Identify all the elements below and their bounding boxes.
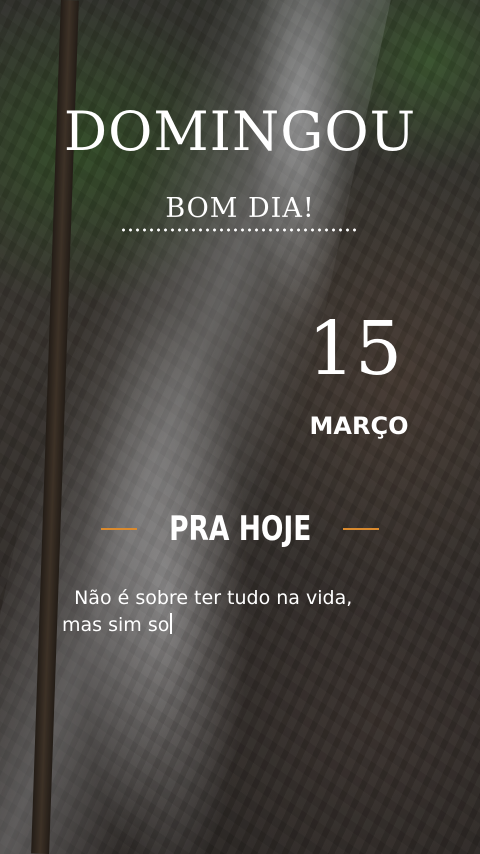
date-day: 15 xyxy=(307,306,403,392)
message-line-2: mas sim so xyxy=(62,612,422,639)
dotted-divider xyxy=(120,228,360,232)
page-title: DOMINGOU xyxy=(63,100,417,163)
story-canvas: DOMINGOU BOM DIA! 15 MARÇO PRA HOJE Não … xyxy=(0,0,480,854)
message-text[interactable]: Não é sobre ter tudo na vida, mas sim so xyxy=(62,585,422,639)
section-heading-row: PRA HOJE xyxy=(0,507,480,551)
heading-rule-left xyxy=(100,528,137,530)
text-cursor xyxy=(170,613,172,634)
greeting-subtitle: BOM DIA! xyxy=(165,193,315,224)
section-heading: PRA HOJE xyxy=(168,509,312,549)
message-line-1: Não é sobre ter tudo na vida, xyxy=(74,587,353,609)
date-month: MARÇO xyxy=(309,412,409,440)
heading-rule-right xyxy=(343,528,380,530)
